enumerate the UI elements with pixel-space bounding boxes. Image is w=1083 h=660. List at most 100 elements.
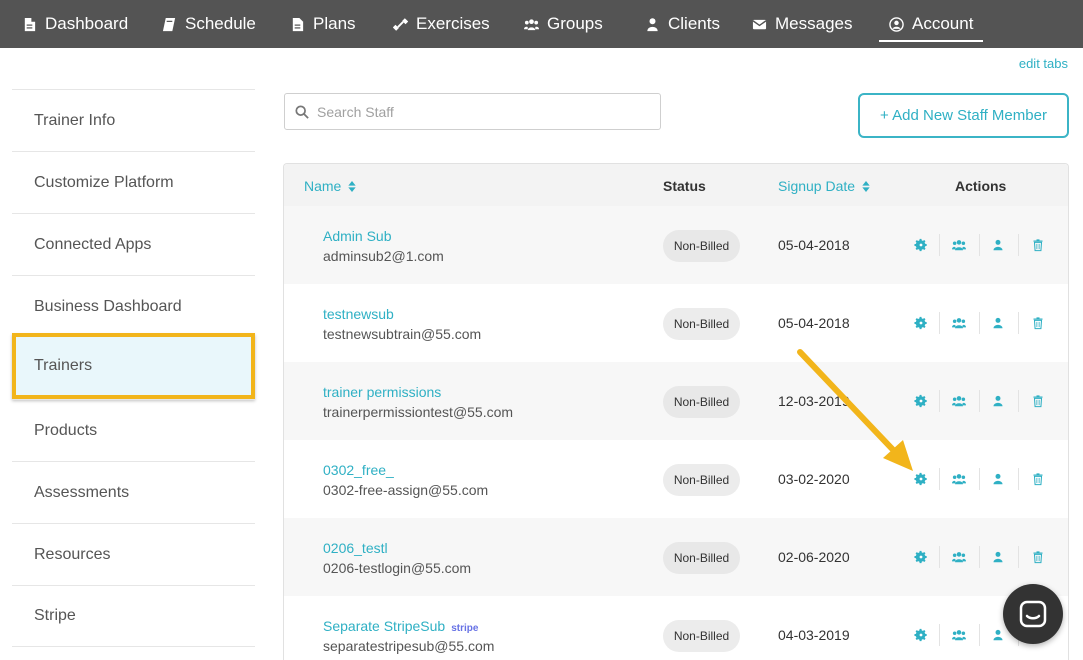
action-divider xyxy=(979,468,980,490)
signup-date: 12-03-2019 xyxy=(778,393,850,409)
sidebar-item-connected-apps[interactable]: Connected Apps xyxy=(12,213,255,275)
person-icon xyxy=(993,317,1003,329)
profile-action-button[interactable] xyxy=(992,628,1006,642)
search-input[interactable] xyxy=(317,103,637,120)
book-icon xyxy=(162,17,176,31)
groups-action-button[interactable] xyxy=(951,550,967,564)
staff-email: 0206-testlogin@55.com xyxy=(323,560,472,576)
tab-messages[interactable]: Messages xyxy=(752,0,852,48)
action-divider xyxy=(939,312,940,334)
action-divider xyxy=(939,468,940,490)
tab-label: Exercises xyxy=(416,14,490,33)
tab-account[interactable]: Account xyxy=(879,0,984,48)
delete-action-button[interactable] xyxy=(1032,550,1046,564)
sidebar-item-resources[interactable]: Resources xyxy=(12,523,255,585)
tab-exercises[interactable]: Exercises xyxy=(393,0,490,48)
trash-icon xyxy=(1033,317,1043,330)
delete-action-button[interactable] xyxy=(1032,472,1046,486)
signup-date: 03-02-2020 xyxy=(778,471,850,487)
chat-launcher-button[interactable] xyxy=(1003,584,1063,644)
profile-action-button[interactable] xyxy=(992,394,1006,408)
delete-action-button[interactable] xyxy=(1032,394,1046,408)
settings-action-button[interactable] xyxy=(914,316,928,330)
staff-name-link[interactable]: 0206_testl xyxy=(323,540,388,556)
action-divider xyxy=(1018,546,1019,568)
person-icon xyxy=(647,17,658,31)
delete-action-button[interactable] xyxy=(1032,316,1046,330)
staff-name: 0206_testl xyxy=(323,540,388,556)
settings-action-button[interactable] xyxy=(914,550,928,564)
action-divider xyxy=(979,312,980,334)
staff-email: separatestripesub@55.com xyxy=(323,638,495,654)
groups-action-button[interactable] xyxy=(951,316,967,330)
trash-icon xyxy=(1033,551,1043,564)
signup-column-header[interactable]: Signup Date xyxy=(778,178,870,194)
staff-name-link[interactable]: trainer permissions xyxy=(323,384,441,400)
name-column-header[interactable]: Name xyxy=(304,178,356,194)
sidebar-item-stripe[interactable]: Stripe xyxy=(12,585,255,647)
staff-table: Name Status Signup Date Actions Admin Su… xyxy=(283,163,1069,660)
settings-action-button[interactable] xyxy=(914,238,928,252)
tab-label: Messages xyxy=(775,14,853,33)
groups-action-button[interactable] xyxy=(951,472,967,486)
envelope-icon xyxy=(752,19,767,29)
staff-name-link[interactable]: Admin Sub xyxy=(323,228,391,244)
profile-action-button[interactable] xyxy=(992,238,1006,252)
stripe-tag: stripe xyxy=(451,623,479,634)
action-divider xyxy=(979,390,980,412)
person-icon xyxy=(993,239,1003,251)
trash-icon xyxy=(1033,239,1043,252)
gear-icon xyxy=(914,628,927,642)
settings-action-button[interactable] xyxy=(914,394,928,408)
sort-icon xyxy=(862,181,870,192)
tab-label: Account xyxy=(912,14,974,33)
sidebar-item-trainers[interactable]: Trainers xyxy=(12,333,255,399)
sidebar-item-trainer-info[interactable]: Trainer Info xyxy=(12,89,255,151)
action-divider xyxy=(939,234,940,256)
delete-action-button[interactable] xyxy=(1032,238,1046,252)
profile-action-button[interactable] xyxy=(992,472,1006,486)
staff-name-link[interactable]: 0302_free_ xyxy=(323,462,394,478)
tab-clients[interactable]: Clients xyxy=(645,0,720,48)
sidebar-item-products[interactable]: Products xyxy=(12,399,255,461)
add-staff-button[interactable]: + Add New Staff Member xyxy=(858,93,1069,138)
group-icon xyxy=(952,474,966,485)
settings-action-button[interactable] xyxy=(914,472,928,486)
groups-action-button[interactable] xyxy=(951,238,967,252)
action-divider xyxy=(1018,468,1019,490)
tab-schedule[interactable]: Schedule xyxy=(162,0,256,48)
staff-name-link[interactable]: testnewsub xyxy=(323,306,394,322)
group-icon xyxy=(952,318,966,329)
action-divider xyxy=(979,624,980,646)
staff-email: testnewsubtrain@55.com xyxy=(323,326,482,342)
table-row: 0206_testl 0206-testlogin@55.com Non-Bille… xyxy=(284,518,1068,596)
edit-tabs-link[interactable]: edit tabs xyxy=(1019,56,1068,71)
groups-action-button[interactable] xyxy=(951,628,967,642)
group-icon xyxy=(524,18,539,30)
groups-action-button[interactable] xyxy=(951,394,967,408)
sidebar-item-business-dashboard[interactable]: Business Dashboard xyxy=(12,275,255,337)
staff-email: 0302-free-assign@55.com xyxy=(323,482,489,498)
trash-icon xyxy=(1033,395,1043,408)
top-navigation: Dashboard Schedule Plans Exercises Group… xyxy=(0,0,1083,48)
tab-plans[interactable]: Plans xyxy=(290,0,356,48)
group-icon xyxy=(952,552,966,563)
tab-groups[interactable]: Groups xyxy=(524,0,603,48)
profile-action-button[interactable] xyxy=(992,316,1006,330)
actions-column-header: Actions xyxy=(955,178,1007,194)
user-circle-icon xyxy=(889,16,904,32)
signup-date: 05-04-2018 xyxy=(778,237,850,253)
staff-name-link[interactable]: Separate StripeSub stripe xyxy=(323,618,478,634)
profile-action-button[interactable] xyxy=(992,550,1006,564)
tab-label: Schedule xyxy=(185,14,256,33)
name-header-label: Name xyxy=(304,178,342,194)
sidebar-item-assessments[interactable]: Assessments xyxy=(12,461,255,523)
sidebar-item-customize-platform[interactable]: Customize Platform xyxy=(12,151,255,213)
settings-action-button[interactable] xyxy=(914,628,928,642)
gear-icon xyxy=(914,550,927,564)
tab-dashboard[interactable]: Dashboard xyxy=(22,0,128,48)
tab-label: Clients xyxy=(668,14,720,33)
action-divider xyxy=(1018,390,1019,412)
action-divider xyxy=(1018,234,1019,256)
action-divider xyxy=(939,390,940,412)
